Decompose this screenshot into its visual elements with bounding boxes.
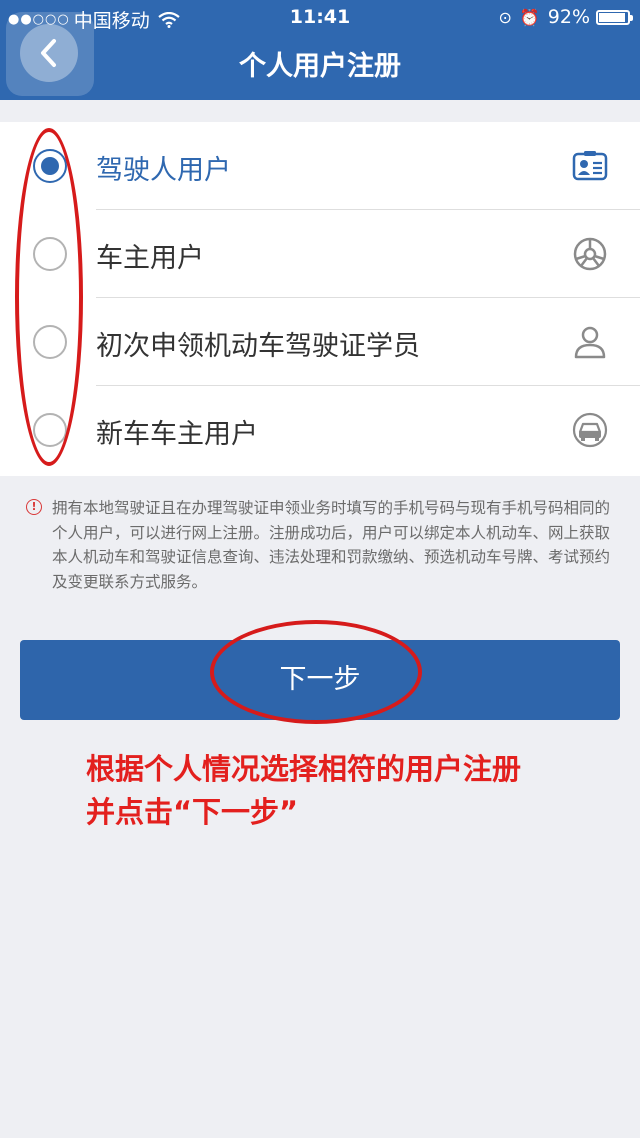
user-type-row-learner[interactable]: 初次申领机动车驾驶证学员 (0, 298, 640, 386)
top-bar: ●●○○○ 中国移动 11:41 ⊙ ⏰ 92% 个人用户注册 (0, 0, 640, 100)
radio-button[interactable] (33, 149, 67, 183)
annotation-note: 根据个人情况选择相符的用户注册 并点击“下一步” (86, 748, 521, 834)
annotation-line-1: 根据个人情况选择相符的用户注册 (86, 752, 522, 786)
info-text: 拥有本地驾驶证且在办理驾驶证申领业务时填写的手机号码与现有手机号码相同的个人用户… (52, 499, 611, 591)
info-icon: ! (26, 499, 42, 515)
user-type-label: 新车车主用户 (96, 419, 258, 450)
next-button[interactable]: 下一步 (20, 640, 620, 720)
user-type-row-driver[interactable]: 驾驶人用户 (0, 122, 640, 210)
user-type-row-owner[interactable]: 车主用户 (0, 210, 640, 298)
user-type-label: 驾驶人用户 (96, 155, 231, 186)
page-title: 个人用户注册 (239, 51, 401, 82)
annotation-line-2: 并点击“下一步” (86, 795, 299, 829)
user-type-label: 初次申领机动车驾驶证学员 (96, 331, 420, 362)
battery-percent: 92% (547, 6, 590, 28)
status-bar: ●●○○○ 中国移动 11:41 ⊙ ⏰ 92% (0, 0, 640, 34)
user-type-label: 车主用户 (96, 243, 204, 274)
steering-wheel-icon (573, 237, 607, 271)
battery-icon (596, 9, 633, 25)
user-type-list: 驾驶人用户 车主用户 初次申领机动车驾驶证学员 新车车主用户 (0, 122, 640, 476)
info-notice: ! 拥有本地驾驶证且在办理驾驶证申领业务时填写的手机号码与现有手机号码相同的个人… (26, 496, 616, 594)
person-icon (574, 326, 606, 359)
user-type-row-new-car-owner[interactable]: 新车车主用户 (0, 386, 640, 474)
radio-button[interactable] (33, 325, 67, 359)
radio-button[interactable] (33, 237, 67, 271)
alarm-icon: ⏰ (519, 7, 540, 27)
rotation-lock-icon: ⊙ (498, 7, 512, 27)
status-right: ⊙ ⏰ 92% (498, 6, 633, 28)
car-icon (572, 412, 608, 448)
radio-button[interactable] (33, 413, 67, 447)
driver-license-icon (572, 151, 608, 181)
